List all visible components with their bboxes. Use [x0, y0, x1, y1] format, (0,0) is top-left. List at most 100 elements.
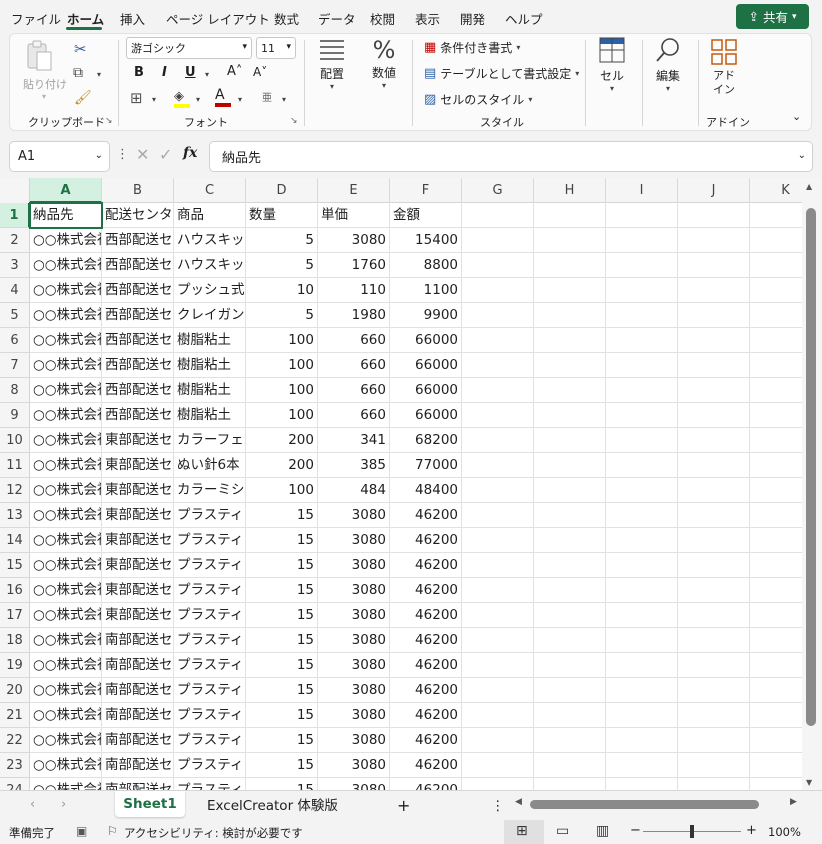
cell-e1[interactable]: 単価 [318, 203, 390, 228]
cell-c10[interactable]: カラーフェルト [174, 428, 246, 453]
cell-c14[interactable]: プラスティック [174, 528, 246, 553]
cell-j20[interactable] [678, 678, 750, 703]
cell-f15[interactable]: 46200 [390, 553, 462, 578]
cell-k11[interactable] [750, 453, 802, 478]
cell-k17[interactable] [750, 603, 802, 628]
cell-i21[interactable] [606, 703, 678, 728]
cell-g21[interactable] [462, 703, 534, 728]
cell-g16[interactable] [462, 578, 534, 603]
cell-i9[interactable] [606, 403, 678, 428]
spreadsheet-grid[interactable]: ABCDEFGHIJK 1納品先配送センター商品数量単価金額2○○株式会社西部配… [0, 178, 802, 790]
cell-i22[interactable] [606, 728, 678, 753]
cell-c20[interactable]: プラスティック [174, 678, 246, 703]
menu-home[interactable]: ホーム [67, 9, 104, 28]
cell-h2[interactable] [534, 228, 606, 253]
cell-i8[interactable] [606, 378, 678, 403]
cell-b6[interactable]: 西部配送センター [102, 328, 174, 353]
cell-c22[interactable]: プラスティック [174, 728, 246, 753]
cell-g13[interactable] [462, 503, 534, 528]
cell-i16[interactable] [606, 578, 678, 603]
cell-d11[interactable]: 200 [246, 453, 318, 478]
cell-h20[interactable] [534, 678, 606, 703]
cell-g4[interactable] [462, 278, 534, 303]
cell-k9[interactable] [750, 403, 802, 428]
cell-e4[interactable]: 110 [318, 278, 390, 303]
cell-d7[interactable]: 100 [246, 353, 318, 378]
cell-k5[interactable] [750, 303, 802, 328]
menu-developer[interactable]: 開発 [460, 9, 485, 28]
cell-h14[interactable] [534, 528, 606, 553]
dialog-launcher-icon[interactable]: ↘ [290, 116, 298, 126]
cell-b13[interactable]: 東部配送センター [102, 503, 174, 528]
cell-b19[interactable]: 南部配送センター [102, 653, 174, 678]
cell-b1[interactable]: 配送センター [102, 203, 174, 228]
border-chevron-icon[interactable]: ▾ [152, 95, 156, 104]
editing-button[interactable]: 編集 ▾ [650, 36, 686, 100]
cell-a2[interactable]: ○○株式会社 [30, 228, 102, 253]
cell-i3[interactable] [606, 253, 678, 278]
cell-b2[interactable]: 西部配送センター [102, 228, 174, 253]
cell-k2[interactable] [750, 228, 802, 253]
cell-b7[interactable]: 西部配送センター [102, 353, 174, 378]
cell-k10[interactable] [750, 428, 802, 453]
cell-k8[interactable] [750, 378, 802, 403]
cell-h3[interactable] [534, 253, 606, 278]
row-header[interactable]: 7 [0, 353, 30, 378]
cell-f5[interactable]: 9900 [390, 303, 462, 328]
cell-f6[interactable]: 66000 [390, 328, 462, 353]
row-header[interactable]: 6 [0, 328, 30, 353]
cell-c15[interactable]: プラスティック [174, 553, 246, 578]
row-header[interactable]: 21 [0, 703, 30, 728]
cell-b14[interactable]: 東部配送センター [102, 528, 174, 553]
cell-g19[interactable] [462, 653, 534, 678]
decrease-font-icon[interactable]: A˅ [253, 65, 267, 79]
cell-f2[interactable]: 15400 [390, 228, 462, 253]
zoom-slider-thumb[interactable] [690, 825, 694, 838]
cell-h15[interactable] [534, 553, 606, 578]
cell-f20[interactable]: 46200 [390, 678, 462, 703]
menu-page-layout[interactable]: ページ レイアウト [166, 9, 270, 28]
row-header[interactable]: 23 [0, 753, 30, 778]
row-header[interactable]: 2 [0, 228, 30, 253]
row-header[interactable]: 3 [0, 253, 30, 278]
cell-f16[interactable]: 46200 [390, 578, 462, 603]
name-box[interactable]: A1 ⌄ [9, 141, 110, 172]
cell-i11[interactable] [606, 453, 678, 478]
row-header[interactable]: 1 [0, 203, 30, 228]
cell-a16[interactable]: ○○株式会社 [30, 578, 102, 603]
row-header[interactable]: 20 [0, 678, 30, 703]
cell-a19[interactable]: ○○株式会社 [30, 653, 102, 678]
cell-h5[interactable] [534, 303, 606, 328]
cell-b10[interactable]: 東部配送センター [102, 428, 174, 453]
cell-b8[interactable]: 西部配送センター [102, 378, 174, 403]
page-layout-view-icon[interactable]: ▭ [556, 823, 569, 839]
cell-j9[interactable] [678, 403, 750, 428]
cell-a15[interactable]: ○○株式会社 [30, 553, 102, 578]
cell-j3[interactable] [678, 253, 750, 278]
cell-i2[interactable] [606, 228, 678, 253]
cell-d2[interactable]: 5 [246, 228, 318, 253]
cell-d20[interactable]: 15 [246, 678, 318, 703]
cell-g2[interactable] [462, 228, 534, 253]
row-header[interactable]: 17 [0, 603, 30, 628]
accessibility-icon[interactable]: ⚐ [107, 824, 118, 838]
cell-k15[interactable] [750, 553, 802, 578]
cell-b11[interactable]: 東部配送センター [102, 453, 174, 478]
next-sheet-icon[interactable]: › [61, 797, 66, 812]
increase-font-icon[interactable]: A˄ [227, 64, 242, 79]
column-header-h[interactable]: H [534, 178, 606, 203]
cell-j10[interactable] [678, 428, 750, 453]
cell-a17[interactable]: ○○株式会社 [30, 603, 102, 628]
cell-i20[interactable] [606, 678, 678, 703]
row-header[interactable]: 11 [0, 453, 30, 478]
cell-d17[interactable]: 15 [246, 603, 318, 628]
cell-b23[interactable]: 南部配送センター [102, 753, 174, 778]
cell-g23[interactable] [462, 753, 534, 778]
cell-d24[interactable]: 15 [246, 778, 318, 790]
cell-c7[interactable]: 樹脂粘土 [174, 353, 246, 378]
cell-j5[interactable] [678, 303, 750, 328]
cell-f17[interactable]: 46200 [390, 603, 462, 628]
add-sheet-button[interactable]: + [397, 795, 410, 817]
phonetic-icon[interactable]: 亜 [262, 89, 272, 104]
cell-a22[interactable]: ○○株式会社 [30, 728, 102, 753]
